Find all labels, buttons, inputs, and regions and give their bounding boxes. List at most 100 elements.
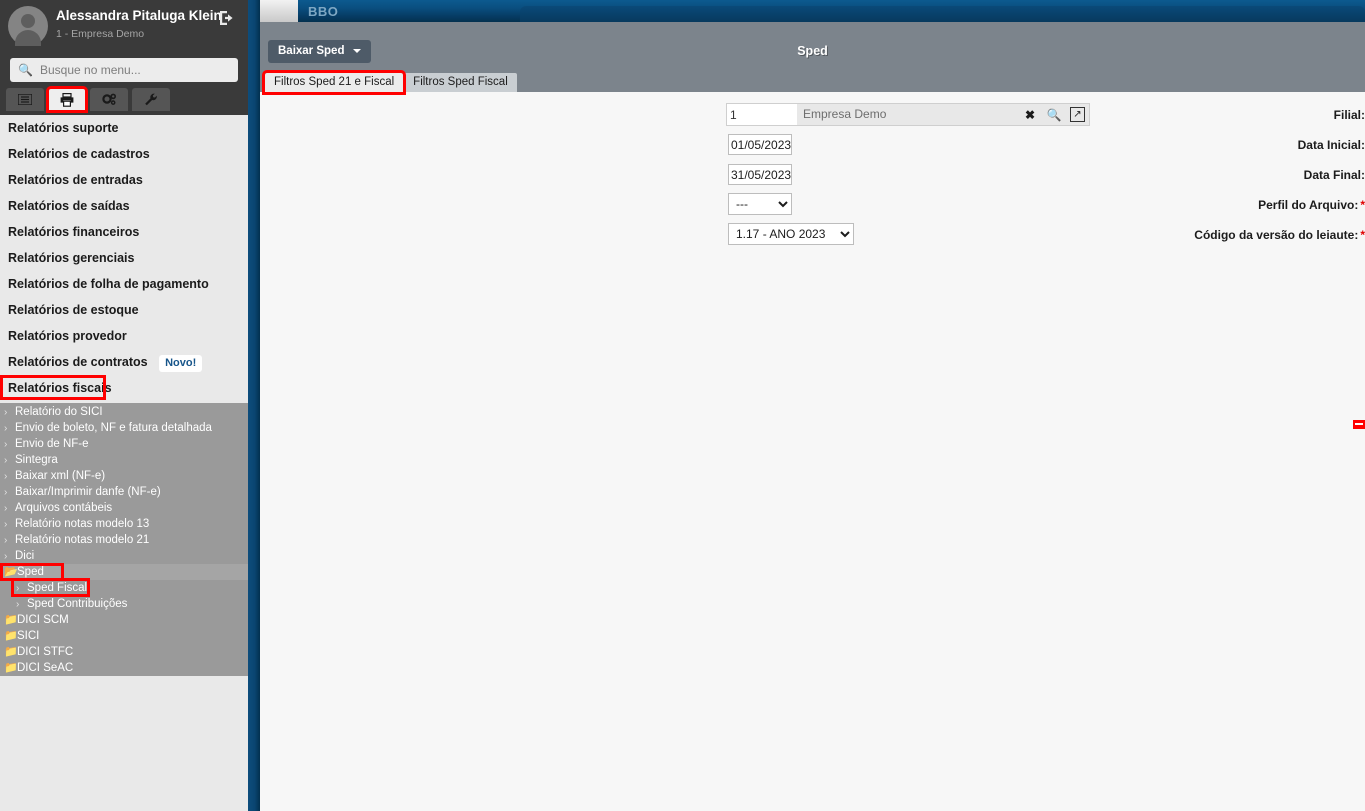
menu-item-8[interactable]: Relatórios provedor <box>0 323 248 349</box>
content-header: Sped Baixar Sped Filtros Sped 21 e Fisca… <box>260 22 1365 95</box>
filter-form: Filial: Empresa Demo ✖ 🔍 ↗ Data Inicial:… <box>260 92 1365 811</box>
filial-description: Empresa Demo <box>803 107 887 121</box>
tab-menu[interactable] <box>6 88 44 111</box>
menu-item-2[interactable]: Relatórios de entradas <box>0 167 248 193</box>
menu-item-label: Relatórios de contratos <box>8 355 148 369</box>
submenu-item-dici[interactable]: › Dici <box>0 548 248 564</box>
submenu-item-label: Relatório do SICI <box>15 406 103 418</box>
submenu-item-envio-nfe[interactable]: › Envio de NF-e <box>0 436 248 452</box>
tab-tools[interactable] <box>132 88 170 111</box>
search-input[interactable] <box>40 58 232 82</box>
submenu-item-sintegra[interactable]: › Sintegra <box>0 452 248 468</box>
page-title: Sped <box>797 44 828 58</box>
codigo-versao-label: Código da versão do leiaute: * <box>925 226 1365 244</box>
submenu-item-baixar-danfe[interactable]: › Baixar/Imprimir danfe (NF-e) <box>0 484 248 500</box>
perfil-arquivo-label: Perfil do Arquivo: * <box>925 196 1365 214</box>
submenu-item-label: Baixar xml (NF-e) <box>15 470 106 482</box>
submenu-item-sped-contribuicoes[interactable]: › Sped Contribuições <box>0 596 248 612</box>
form-row-data-final: Data Final: <box>260 164 1365 196</box>
menu-item-1[interactable]: Relatórios de cadastros <box>0 141 248 167</box>
menu-item-label: Relatórios financeiros <box>8 225 140 239</box>
submenu-item-label: Sped <box>17 566 44 578</box>
submenu-item-label: Relatório notas modelo 21 <box>15 534 150 546</box>
codigo-versao-select[interactable]: 1.17 - ANO 2023 <box>728 223 854 245</box>
menu-item-relatorios-fiscais[interactable]: Relatórios fiscais <box>0 375 248 401</box>
data-inicial-label: Data Inicial: <box>1297 138 1365 152</box>
form-row-filial: Filial: Empresa Demo ✖ 🔍 ↗ <box>260 103 1365 136</box>
menu-item-0[interactable]: Relatórios suporte <box>0 115 248 141</box>
submenu-item-label: Envio de NF-e <box>15 438 89 450</box>
right-edge-highlight-marker <box>1353 420 1365 429</box>
submenu-item-label: Envio de boleto, NF e fatura detalhada <box>15 422 212 434</box>
chevron-right-icon: › <box>4 487 8 498</box>
tab-reports[interactable] <box>46 86 88 113</box>
new-badge: Novo! <box>159 355 203 372</box>
form-row-data-inicial: Data Inicial: <box>260 134 1365 166</box>
submenu-item-envio-boleto[interactable]: › Envio de boleto, NF e fatura detalhada <box>0 420 248 436</box>
filial-code-input[interactable] <box>727 104 797 125</box>
chevron-right-icon: › <box>16 583 20 594</box>
logout-icon[interactable] <box>218 9 236 27</box>
folder-icon: 📁 <box>4 630 18 642</box>
data-inicial-input[interactable] <box>728 134 792 155</box>
submenu-item-label: Dici <box>15 550 35 562</box>
codigo-versao-label-text: Código da versão do leiaute: <box>1194 228 1359 242</box>
chevron-right-icon: › <box>4 471 8 482</box>
main-menu-list: Relatórios suporte Relatórios de cadastr… <box>0 115 248 401</box>
form-row-codigo-versao: Código da versão do leiaute: * 1.17 - ANO… <box>260 223 1365 256</box>
avatar-body-shape <box>15 30 41 46</box>
submenu-item-label: Arquivos contábeis <box>15 502 113 514</box>
user-name: Alessandra Pitaluga Klein <box>56 8 222 23</box>
tab-filtros-sped-21-e-fiscal[interactable]: Filtros Sped 21 e Fiscal <box>261 70 407 95</box>
menu-item-label: Relatórios suporte <box>8 121 119 135</box>
user-company: 1 - Empresa Demo <box>56 28 145 40</box>
submenu-folder-dici-scm[interactable]: 📁DICI SCM <box>0 612 248 628</box>
submenu-item-label: DICI SCM <box>17 614 69 626</box>
tab-label: Filtros Sped Fiscal <box>413 76 508 88</box>
data-final-label: Data Final: <box>1303 168 1365 182</box>
submenu-item-label: Sped Fiscal <box>27 582 88 594</box>
tab-settings[interactable] <box>90 88 128 111</box>
baixar-sped-button[interactable]: Baixar Sped <box>268 40 371 63</box>
menu-item-label: Relatórios gerenciais <box>8 251 135 265</box>
submenu-folder-dici-seac[interactable]: 📁DICI SeAC <box>0 660 248 676</box>
submenu-item-label: Sped Contribuições <box>27 598 128 610</box>
menu-item-label: Relatórios de saídas <box>8 199 130 213</box>
submenu-item-arquivos-contabeis[interactable]: › Arquivos contábeis <box>0 500 248 516</box>
baixar-sped-label: Baixar Sped <box>278 45 345 57</box>
menu-item-7[interactable]: Relatórios de estoque <box>0 297 248 323</box>
menu-item-9[interactable]: Relatórios de contratos Novo! <box>0 349 248 375</box>
menu-item-label: Relatórios de cadastros <box>8 147 150 161</box>
app-panel-tab[interactable] <box>520 6 1365 22</box>
search-icon[interactable]: 🔍 <box>1045 106 1063 124</box>
menu-item-4[interactable]: Relatórios financeiros <box>0 219 248 245</box>
submenu-folder-sici[interactable]: 📁SICI <box>0 628 248 644</box>
menu-item-label: Relatórios fiscais <box>8 381 112 395</box>
tab-filtros-sped-fiscal[interactable]: Filtros Sped Fiscal <box>404 73 517 92</box>
menu-item-5[interactable]: Relatórios gerenciais <box>0 245 248 271</box>
submenu-item-relatorio-sici[interactable]: › Relatório do SICI <box>0 404 248 420</box>
external-link-icon[interactable]: ↗ <box>1070 107 1085 122</box>
submenu-item-label: Relatório notas modelo 13 <box>15 518 150 530</box>
chevron-right-icon: › <box>4 423 8 434</box>
submenu-item-notas-modelo-21[interactable]: › Relatório notas modelo 21 <box>0 532 248 548</box>
perfil-arquivo-select[interactable]: --- <box>728 193 792 215</box>
submenu-item-notas-modelo-13[interactable]: › Relatório notas modelo 13 <box>0 516 248 532</box>
folder-icon: 📁 <box>4 646 18 658</box>
menu-item-label: Relatórios de entradas <box>8 173 143 187</box>
browser-tab-stub[interactable] <box>260 0 298 22</box>
menu-item-3[interactable]: Relatórios de saídas <box>0 193 248 219</box>
submenu-item-baixar-xml[interactable]: › Baixar xml (NF-e) <box>0 468 248 484</box>
sidebar-divider <box>248 0 260 811</box>
chevron-right-icon: › <box>4 407 8 418</box>
search-box[interactable]: 🔍 <box>10 58 238 82</box>
printer-icon <box>60 92 74 107</box>
submenu-item-sped-fiscal[interactable]: › Sped Fiscal <box>0 578 248 597</box>
submenu-folder-dici-stfc[interactable]: 📁DICI STFC <box>0 644 248 660</box>
filial-lookup[interactable]: Empresa Demo ✖ 🔍 ↗ <box>726 103 1090 126</box>
submenu-item-label: DICI STFC <box>17 646 74 658</box>
data-final-input[interactable] <box>728 164 792 185</box>
folder-icon: 📁 <box>4 614 18 626</box>
close-icon[interactable]: ✖ <box>1021 106 1039 124</box>
menu-item-6[interactable]: Relatórios de folha de pagamento <box>0 271 248 297</box>
